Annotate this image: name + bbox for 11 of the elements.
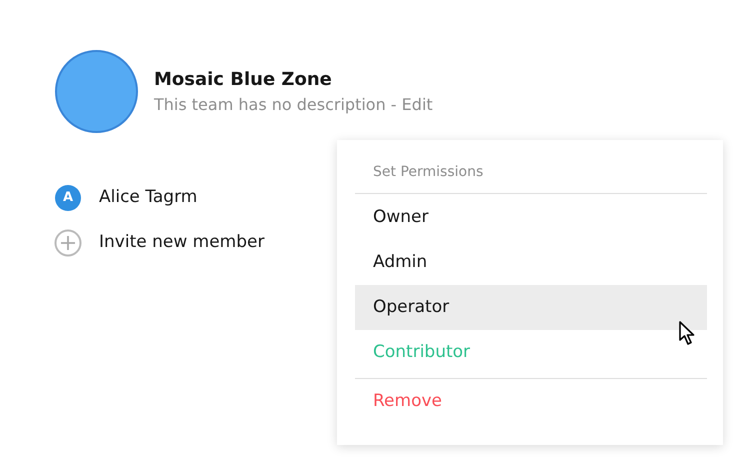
menu-item[interactable]: Operator	[355, 285, 707, 330]
member-name: Alice Tagrm	[99, 186, 198, 210]
menu-item[interactable]: Owner	[355, 195, 707, 240]
team-name: Mosaic Blue Zone	[154, 68, 333, 92]
menu-item[interactable]: Admin	[355, 240, 707, 285]
menu-header: Set Permissions	[355, 162, 707, 194]
invite-link[interactable]: Invite new member	[99, 230, 264, 256]
member-avatar: A	[55, 185, 81, 211]
add-icon[interactable]	[54, 229, 82, 257]
cursor-icon	[679, 321, 697, 347]
team-description: This team has no description - Edit	[154, 94, 433, 116]
